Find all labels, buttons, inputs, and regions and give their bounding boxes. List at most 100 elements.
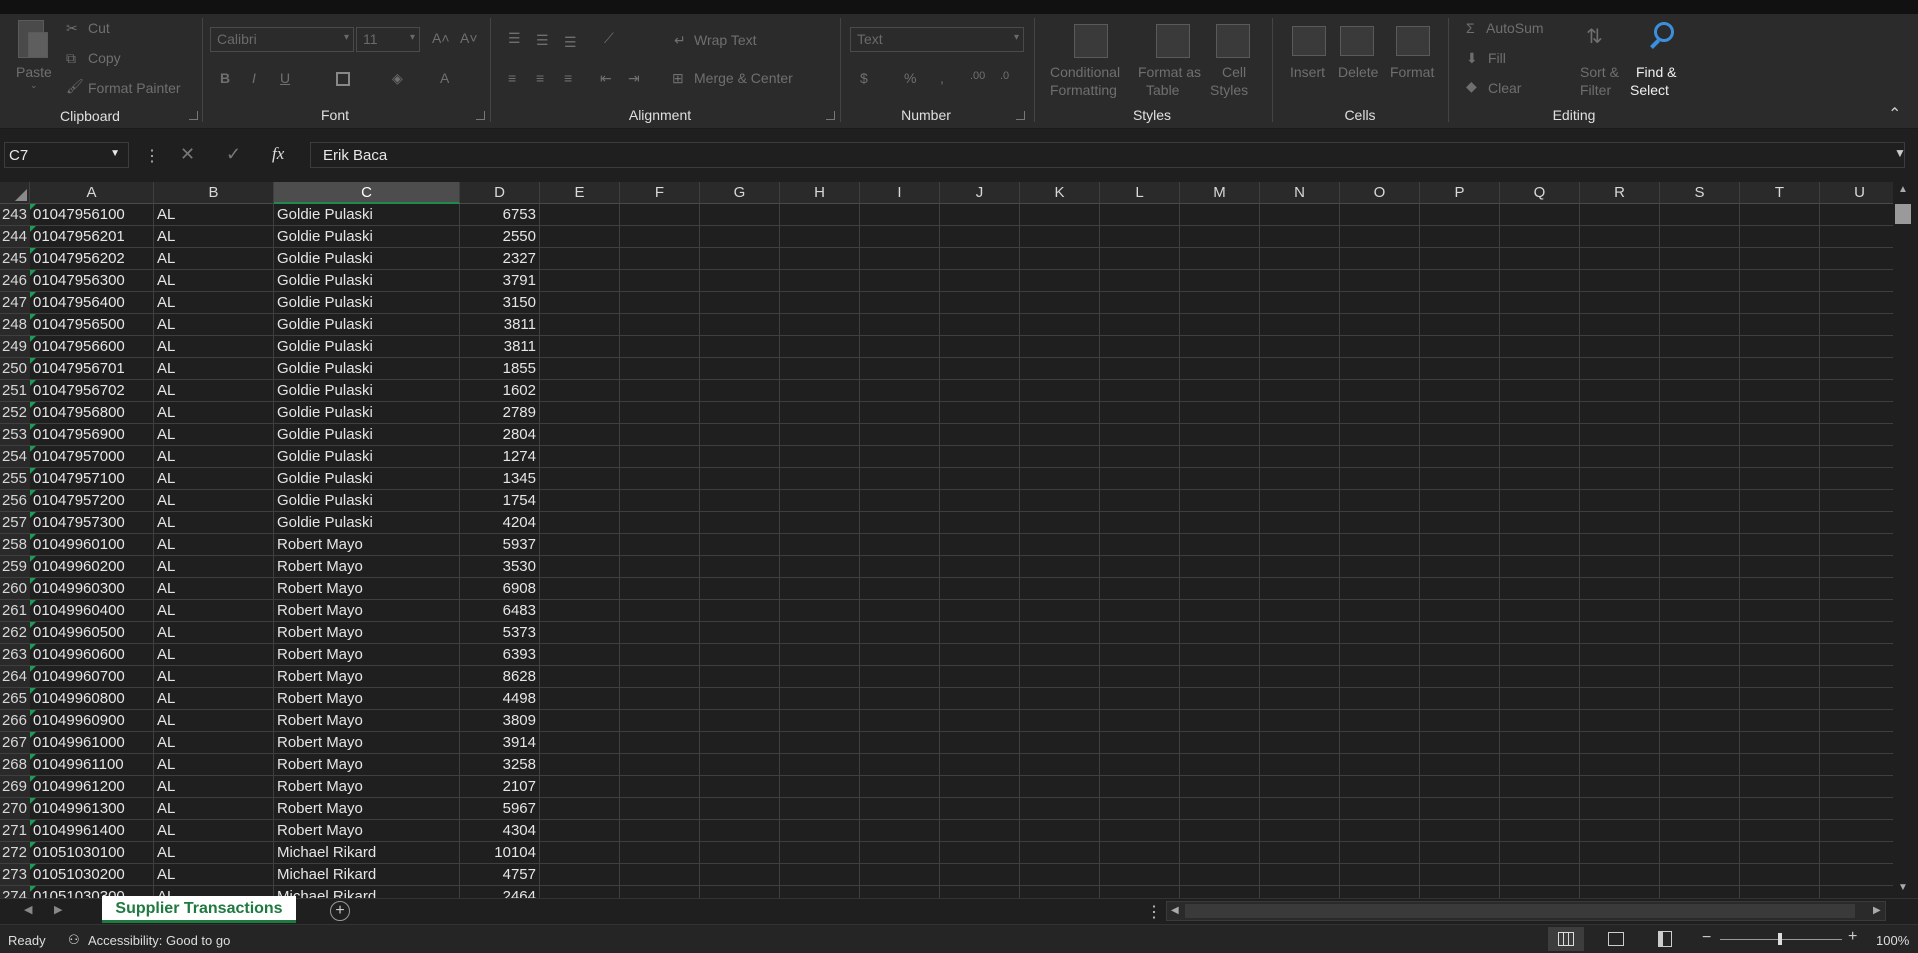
column-header-n[interactable]: N <box>1260 182 1340 204</box>
cell-k265[interactable] <box>1020 688 1100 710</box>
cell-j262[interactable] <box>940 622 1020 644</box>
cell-t255[interactable] <box>1740 468 1820 490</box>
row-header[interactable]: 272 <box>0 842 30 864</box>
cell-d272[interactable]: 10104 <box>460 842 540 864</box>
cell-g262[interactable] <box>700 622 780 644</box>
cell-a267[interactable]: 01049961000 <box>30 732 154 754</box>
cell-q251[interactable] <box>1500 380 1580 402</box>
cell-o262[interactable] <box>1340 622 1420 644</box>
cell-t267[interactable] <box>1740 732 1820 754</box>
cell-o246[interactable] <box>1340 270 1420 292</box>
wrap-text-icon[interactable]: ↵ <box>674 32 686 49</box>
cell-f253[interactable] <box>620 424 700 446</box>
cell-j274[interactable] <box>940 886 1020 898</box>
cell-j260[interactable] <box>940 578 1020 600</box>
cell-i250[interactable] <box>860 358 940 380</box>
cell-d262[interactable]: 5373 <box>460 622 540 644</box>
cell-j268[interactable] <box>940 754 1020 776</box>
cut-button[interactable]: Cut <box>88 20 110 36</box>
cell-q270[interactable] <box>1500 798 1580 820</box>
cell-s249[interactable] <box>1660 336 1740 358</box>
cell-j250[interactable] <box>940 358 1020 380</box>
cell-d267[interactable]: 3914 <box>460 732 540 754</box>
cell-q255[interactable] <box>1500 468 1580 490</box>
cell-a245[interactable]: 01047956202 <box>30 248 154 270</box>
alignment-launcher-icon[interactable] <box>826 111 835 120</box>
cell-l264[interactable] <box>1100 666 1180 688</box>
cell-t263[interactable] <box>1740 644 1820 666</box>
cell-e247[interactable] <box>540 292 620 314</box>
cell-f257[interactable] <box>620 512 700 534</box>
cell-h257[interactable] <box>780 512 860 534</box>
cell-f247[interactable] <box>620 292 700 314</box>
enter-icon[interactable]: ✓ <box>226 144 241 165</box>
cell-k244[interactable] <box>1020 226 1100 248</box>
cell-r249[interactable] <box>1580 336 1660 358</box>
row-header[interactable]: 255 <box>0 468 30 490</box>
cell-c272[interactable]: Michael Rikard <box>274 842 460 864</box>
cell-b259[interactable]: AL <box>154 556 274 578</box>
cell-b256[interactable]: AL <box>154 490 274 512</box>
cell-f261[interactable] <box>620 600 700 622</box>
cell-u269[interactable] <box>1820 776 1893 798</box>
cell-c262[interactable]: Robert Mayo <box>274 622 460 644</box>
cell-k267[interactable] <box>1020 732 1100 754</box>
cell-a269[interactable]: 01049961200 <box>30 776 154 798</box>
merge-center-icon[interactable]: ⊞ <box>672 70 684 87</box>
cell-e245[interactable] <box>540 248 620 270</box>
cell-d268[interactable]: 3258 <box>460 754 540 776</box>
cell-g270[interactable] <box>700 798 780 820</box>
cell-c270[interactable]: Robert Mayo <box>274 798 460 820</box>
column-header-s[interactable]: S <box>1660 182 1740 204</box>
cell-u260[interactable] <box>1820 578 1893 600</box>
cell-m254[interactable] <box>1180 446 1260 468</box>
cell-c248[interactable]: Goldie Pulaski <box>274 314 460 336</box>
cell-g250[interactable] <box>700 358 780 380</box>
cell-k272[interactable] <box>1020 842 1100 864</box>
cell-m257[interactable] <box>1180 512 1260 534</box>
cell-b260[interactable]: AL <box>154 578 274 600</box>
cell-m247[interactable] <box>1180 292 1260 314</box>
cell-p273[interactable] <box>1420 864 1500 886</box>
select-all-corner[interactable] <box>0 182 30 204</box>
cell-j248[interactable] <box>940 314 1020 336</box>
row-header[interactable]: 264 <box>0 666 30 688</box>
cell-p256[interactable] <box>1420 490 1500 512</box>
cell-l251[interactable] <box>1100 380 1180 402</box>
cell-d258[interactable]: 5937 <box>460 534 540 556</box>
cell-l248[interactable] <box>1100 314 1180 336</box>
cell-a248[interactable]: 01047956500 <box>30 314 154 336</box>
cell-s264[interactable] <box>1660 666 1740 688</box>
cell-i269[interactable] <box>860 776 940 798</box>
cell-b261[interactable]: AL <box>154 600 274 622</box>
cell-g273[interactable] <box>700 864 780 886</box>
cell-a268[interactable]: 01049961100 <box>30 754 154 776</box>
cell-h269[interactable] <box>780 776 860 798</box>
cell-o252[interactable] <box>1340 402 1420 424</box>
cell-b252[interactable]: AL <box>154 402 274 424</box>
sort-filter-button[interactable]: Sort & <box>1580 64 1619 80</box>
cell-a260[interactable]: 01049960300 <box>30 578 154 600</box>
cell-b266[interactable]: AL <box>154 710 274 732</box>
cell-e266[interactable] <box>540 710 620 732</box>
cell-j264[interactable] <box>940 666 1020 688</box>
cell-a250[interactable]: 01047956701 <box>30 358 154 380</box>
cell-c257[interactable]: Goldie Pulaski <box>274 512 460 534</box>
cell-g267[interactable] <box>700 732 780 754</box>
cell-k255[interactable] <box>1020 468 1100 490</box>
cell-g272[interactable] <box>700 842 780 864</box>
cell-m251[interactable] <box>1180 380 1260 402</box>
cell-k256[interactable] <box>1020 490 1100 512</box>
cell-k253[interactable] <box>1020 424 1100 446</box>
conditional-formatting-button[interactable]: Conditional <box>1050 64 1120 80</box>
cell-i268[interactable] <box>860 754 940 776</box>
cell-q243[interactable] <box>1500 204 1580 226</box>
cell-q269[interactable] <box>1500 776 1580 798</box>
cell-h250[interactable] <box>780 358 860 380</box>
cell-e254[interactable] <box>540 446 620 468</box>
cell-m243[interactable] <box>1180 204 1260 226</box>
cell-n245[interactable] <box>1260 248 1340 270</box>
cell-g271[interactable] <box>700 820 780 842</box>
cell-k248[interactable] <box>1020 314 1100 336</box>
cell-c250[interactable]: Goldie Pulaski <box>274 358 460 380</box>
